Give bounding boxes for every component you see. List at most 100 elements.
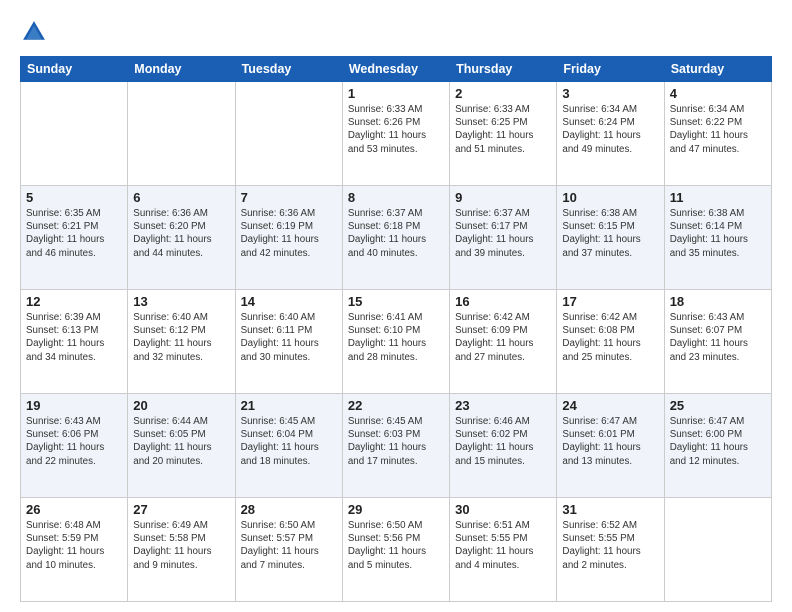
calendar-cell: 10 Sunrise: 6:38 AM Sunset: 6:15 PM Dayli… [557, 186, 664, 290]
calendar-cell [128, 82, 235, 186]
calendar-cell: 11 Sunrise: 6:38 AM Sunset: 6:14 PM Dayli… [664, 186, 771, 290]
cell-text: Sunrise: 6:47 AM Sunset: 6:00 PM Dayligh… [670, 415, 766, 468]
cell-text: Sunrise: 6:40 AM Sunset: 6:12 PM Dayligh… [133, 311, 229, 364]
cell-text: Sunrise: 6:43 AM Sunset: 6:07 PM Dayligh… [670, 311, 766, 364]
calendar-cell: 17 Sunrise: 6:42 AM Sunset: 6:08 PM Dayli… [557, 290, 664, 394]
cell-text: Sunrise: 6:38 AM Sunset: 6:14 PM Dayligh… [670, 207, 766, 260]
calendar-cell: 20 Sunrise: 6:44 AM Sunset: 6:05 PM Dayli… [128, 394, 235, 498]
cell-text: Sunrise: 6:42 AM Sunset: 6:09 PM Dayligh… [455, 311, 551, 364]
cell-text: Sunrise: 6:42 AM Sunset: 6:08 PM Dayligh… [562, 311, 658, 364]
calendar-cell: 6 Sunrise: 6:36 AM Sunset: 6:20 PM Daylig… [128, 186, 235, 290]
cell-text: Sunrise: 6:50 AM Sunset: 5:56 PM Dayligh… [348, 519, 444, 572]
cell-text: Sunrise: 6:35 AM Sunset: 6:21 PM Dayligh… [26, 207, 122, 260]
calendar-cell: 22Sunrise: 6:45 AM Sunset: 6:03 PM Dayli… [342, 394, 449, 498]
cell-text: Sunrise: 6:49 AM Sunset: 5:58 PM Dayligh… [133, 519, 229, 572]
cell-text: Sunrise: 6:34 AM Sunset: 6:22 PM Dayligh… [670, 103, 766, 156]
calendar-cell: 2Sunrise: 6:33 AM Sunset: 6:25 PM Daylig… [450, 82, 557, 186]
day-number: 13 [133, 294, 229, 309]
calendar-cell: 16 Sunrise: 6:42 AM Sunset: 6:09 PM Dayli… [450, 290, 557, 394]
cell-text: Sunrise: 6:41 AM Sunset: 6:10 PM Dayligh… [348, 311, 444, 364]
calendar-cell: 3 Sunrise: 6:34 AM Sunset: 6:24 PM Daylig… [557, 82, 664, 186]
day-number: 31 [562, 502, 658, 517]
day-number: 23 [455, 398, 551, 413]
day-number: 17 [562, 294, 658, 309]
calendar-cell: 9 Sunrise: 6:37 AM Sunset: 6:17 PM Daylig… [450, 186, 557, 290]
calendar-cell: 23 Sunrise: 6:46 AM Sunset: 6:02 PM Dayli… [450, 394, 557, 498]
calendar-header-sunday: Sunday [21, 57, 128, 82]
calendar-week-row: 1 Sunrise: 6:33 AM Sunset: 6:26 PM Daylig… [21, 82, 772, 186]
cell-text: Sunrise: 6:44 AM Sunset: 6:05 PM Dayligh… [133, 415, 229, 468]
calendar-header-saturday: Saturday [664, 57, 771, 82]
calendar-cell [664, 498, 771, 602]
cell-text: Sunrise: 6:37 AM Sunset: 6:17 PM Dayligh… [455, 207, 551, 260]
cell-text: Sunrise: 6:34 AM Sunset: 6:24 PM Dayligh… [562, 103, 658, 156]
cell-text: Sunrise: 6:36 AM Sunset: 6:20 PM Dayligh… [133, 207, 229, 260]
day-number: 26 [26, 502, 122, 517]
cell-text: Sunrise: 6:47 AM Sunset: 6:01 PM Dayligh… [562, 415, 658, 468]
day-number: 28 [241, 502, 337, 517]
day-number: 7 [241, 190, 337, 205]
day-number: 16 [455, 294, 551, 309]
calendar-cell: 12 Sunrise: 6:39 AM Sunset: 6:13 PM Dayli… [21, 290, 128, 394]
day-number: 9 [455, 190, 551, 205]
calendar-header-wednesday: Wednesday [342, 57, 449, 82]
calendar-cell: 18 Sunrise: 6:43 AM Sunset: 6:07 PM Dayli… [664, 290, 771, 394]
calendar-header-row: SundayMondayTuesdayWednesdayThursdayFrid… [21, 57, 772, 82]
calendar-cell [21, 82, 128, 186]
cell-text: Sunrise: 6:46 AM Sunset: 6:02 PM Dayligh… [455, 415, 551, 468]
day-number: 29 [348, 502, 444, 517]
day-number: 25 [670, 398, 766, 413]
day-number: 4 [670, 86, 766, 101]
cell-text: Sunrise: 6:37 AM Sunset: 6:18 PM Dayligh… [348, 207, 444, 260]
cell-text: Sunrise: 6:48 AM Sunset: 5:59 PM Dayligh… [26, 519, 122, 572]
calendar-cell: 19 Sunrise: 6:43 AM Sunset: 6:06 PM Dayli… [21, 394, 128, 498]
calendar-cell: 8 Sunrise: 6:37 AM Sunset: 6:18 PM Daylig… [342, 186, 449, 290]
calendar-cell: 30Sunrise: 6:51 AM Sunset: 5:55 PM Dayli… [450, 498, 557, 602]
day-number: 1 [348, 86, 444, 101]
calendar-week-row: 19 Sunrise: 6:43 AM Sunset: 6:06 PM Dayli… [21, 394, 772, 498]
header [20, 18, 772, 46]
calendar-cell: 26 Sunrise: 6:48 AM Sunset: 5:59 PM Dayli… [21, 498, 128, 602]
day-number: 8 [348, 190, 444, 205]
calendar-cell: 15 Sunrise: 6:41 AM Sunset: 6:10 PM Dayli… [342, 290, 449, 394]
cell-text: Sunrise: 6:36 AM Sunset: 6:19 PM Dayligh… [241, 207, 337, 260]
day-number: 3 [562, 86, 658, 101]
calendar-header-friday: Friday [557, 57, 664, 82]
page: SundayMondayTuesdayWednesdayThursdayFrid… [0, 0, 792, 612]
day-number: 12 [26, 294, 122, 309]
calendar-header-tuesday: Tuesday [235, 57, 342, 82]
cell-text: Sunrise: 6:39 AM Sunset: 6:13 PM Dayligh… [26, 311, 122, 364]
calendar-week-row: 26 Sunrise: 6:48 AM Sunset: 5:59 PM Dayli… [21, 498, 772, 602]
calendar-header-thursday: Thursday [450, 57, 557, 82]
cell-text: Sunrise: 6:45 AM Sunset: 6:04 PM Dayligh… [241, 415, 337, 468]
calendar-week-row: 5 Sunrise: 6:35 AM Sunset: 6:21 PM Daylig… [21, 186, 772, 290]
calendar-table: SundayMondayTuesdayWednesdayThursdayFrid… [20, 56, 772, 602]
calendar-header-monday: Monday [128, 57, 235, 82]
day-number: 15 [348, 294, 444, 309]
cell-text: Sunrise: 6:43 AM Sunset: 6:06 PM Dayligh… [26, 415, 122, 468]
logo [20, 18, 52, 46]
calendar-cell [235, 82, 342, 186]
cell-text: Sunrise: 6:50 AM Sunset: 5:57 PM Dayligh… [241, 519, 337, 572]
day-number: 6 [133, 190, 229, 205]
day-number: 22 [348, 398, 444, 413]
cell-text: Sunrise: 6:33 AM Sunset: 6:26 PM Dayligh… [348, 103, 444, 156]
day-number: 10 [562, 190, 658, 205]
day-number: 2 [455, 86, 551, 101]
day-number: 18 [670, 294, 766, 309]
calendar-cell: 13 Sunrise: 6:40 AM Sunset: 6:12 PM Dayli… [128, 290, 235, 394]
calendar-cell: 28 Sunrise: 6:50 AM Sunset: 5:57 PM Dayli… [235, 498, 342, 602]
cell-text: Sunrise: 6:38 AM Sunset: 6:15 PM Dayligh… [562, 207, 658, 260]
cell-text: Sunrise: 6:52 AM Sunset: 5:55 PM Dayligh… [562, 519, 658, 572]
calendar-cell: 29 Sunrise: 6:50 AM Sunset: 5:56 PM Dayli… [342, 498, 449, 602]
day-number: 27 [133, 502, 229, 517]
day-number: 19 [26, 398, 122, 413]
day-number: 24 [562, 398, 658, 413]
day-number: 21 [241, 398, 337, 413]
cell-text: Sunrise: 6:51 AM Sunset: 5:55 PM Dayligh… [455, 519, 551, 572]
day-number: 11 [670, 190, 766, 205]
calendar-cell: 1 Sunrise: 6:33 AM Sunset: 6:26 PM Daylig… [342, 82, 449, 186]
day-number: 5 [26, 190, 122, 205]
day-number: 20 [133, 398, 229, 413]
calendar-week-row: 12 Sunrise: 6:39 AM Sunset: 6:13 PM Dayli… [21, 290, 772, 394]
